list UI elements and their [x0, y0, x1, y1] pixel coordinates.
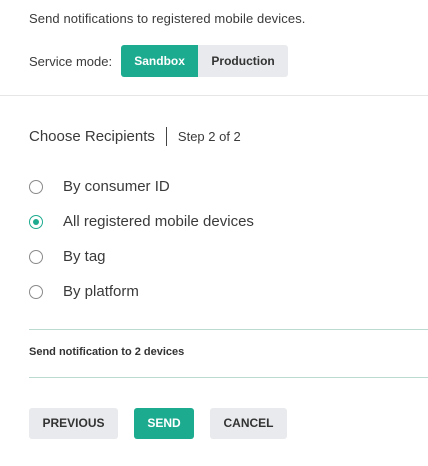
service-mode-row: Service mode: Sandbox Production [29, 45, 289, 77]
radio-unchecked-icon[interactable] [29, 179, 43, 194]
service-mode-label: Service mode: [29, 53, 113, 69]
summary-divider-bottom [29, 377, 428, 378]
intro-text: Send notifications to registered mobile … [29, 11, 306, 26]
sandbox-mode-button[interactable]: Sandbox [121, 45, 199, 77]
recipient-options: By consumer ID All registered mobile dev… [29, 176, 254, 316]
send-summary-text: Send notification to 2 devices [29, 346, 185, 358]
recipient-option-consumer-id[interactable]: By consumer ID [29, 176, 254, 197]
send-notification-panel: Send notifications to registered mobile … [0, 0, 428, 466]
send-button[interactable]: SEND [134, 408, 194, 439]
cancel-button[interactable]: CANCEL [210, 408, 287, 439]
radio-checked-icon[interactable] [29, 214, 43, 229]
recipient-option-all-devices[interactable]: All registered mobile devices [29, 211, 254, 232]
previous-button[interactable]: PREVIOUS [29, 408, 118, 439]
recipients-heading: Choose Recipients [29, 127, 155, 145]
recipient-option-platform[interactable]: By platform [29, 281, 254, 302]
heading-separator [165, 126, 167, 146]
radio-unchecked-icon[interactable] [29, 284, 43, 299]
radio-unchecked-icon[interactable] [29, 249, 43, 264]
recipient-option-label: By platform [63, 283, 139, 300]
recipient-option-label: By consumer ID [63, 178, 170, 195]
action-buttons: PREVIOUS SEND CANCEL [29, 408, 287, 439]
service-mode-toggle: Sandbox Production [121, 45, 289, 77]
recipient-option-tag[interactable]: By tag [29, 246, 254, 267]
production-mode-button[interactable]: Production [198, 45, 289, 77]
step-indicator: Step 2 of 2 [177, 128, 241, 144]
section-divider [0, 95, 428, 96]
recipient-option-label: By tag [63, 248, 106, 265]
summary-divider-top [29, 329, 428, 330]
recipient-option-label: All registered mobile devices [63, 213, 254, 230]
recipients-header: Choose Recipients Step 2 of 2 [29, 126, 241, 146]
